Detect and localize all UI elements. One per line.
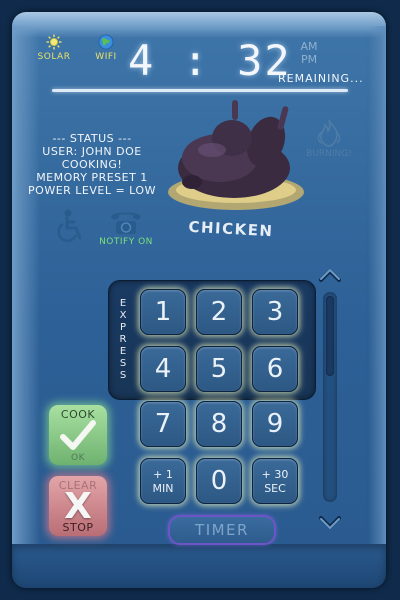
bezel-bottom: [12, 544, 386, 588]
timer-button[interactable]: TIMER: [168, 515, 276, 545]
am-label: AM: [300, 40, 318, 53]
roast-chicken-icon: [168, 100, 304, 210]
wifi-indicator: WIFI: [84, 34, 128, 62]
am-pm-indicator: AM PM: [298, 40, 320, 66]
scroll-thumb[interactable]: [326, 296, 334, 376]
plus-30-sec-line2: SEC: [264, 482, 286, 495]
plus-30-sec-button[interactable]: + 30 SEC: [252, 458, 298, 504]
plus-1-min-button[interactable]: + 1 MIN: [140, 458, 186, 504]
plus-1-min-line2: MIN: [152, 482, 174, 495]
pm-label: PM: [300, 53, 318, 66]
wifi-label: WIFI: [95, 52, 117, 62]
burning-label: BURNING!: [306, 149, 352, 159]
bezel-left: [12, 26, 40, 566]
notify-indicator: NOTIFY ON: [94, 208, 158, 247]
ok-label: OK: [71, 453, 85, 463]
express-letter: E: [119, 346, 127, 357]
status-panel: --- STATUS --- USER: JOHN DOE COOKING! M…: [22, 132, 162, 197]
cook-ok-button[interactable]: COOK OK: [49, 405, 107, 465]
express-letter: E: [119, 298, 127, 309]
solar-label: SOLAR: [37, 52, 71, 62]
globe-icon: [98, 34, 114, 50]
status-user: USER: JOHN DOE: [42, 145, 142, 158]
key-6[interactable]: 6: [252, 346, 298, 392]
key-5[interactable]: 5: [196, 346, 242, 392]
status-power: POWER LEVEL = LOW: [28, 184, 156, 197]
key-0[interactable]: 0: [196, 458, 242, 504]
burning-indicator: BURNING!: [300, 118, 358, 159]
status-preset: MEMORY PRESET 1: [36, 171, 148, 184]
scroll-up-chevron-icon[interactable]: [316, 264, 344, 286]
bezel-right: [368, 26, 386, 566]
key-9[interactable]: 9: [252, 401, 298, 447]
key-3[interactable]: 3: [252, 289, 298, 335]
clear-stop-button[interactable]: CLEAR X STOP: [49, 476, 107, 536]
express-letter: X: [119, 310, 127, 321]
express-letter: R: [119, 334, 127, 345]
express-letter: S: [119, 358, 127, 369]
notify-label: NOTIFY ON: [99, 237, 153, 247]
solar-indicator: SOLAR: [32, 34, 76, 62]
express-letter: P: [119, 322, 127, 333]
display-divider: [52, 89, 348, 92]
telephone-icon: [111, 212, 141, 234]
key-1[interactable]: 1: [140, 289, 186, 335]
scroll-down-chevron-icon[interactable]: [316, 512, 344, 534]
flame-icon: [317, 119, 341, 147]
plus-30-sec-line1: + 30: [261, 468, 289, 481]
key-2[interactable]: 2: [196, 289, 242, 335]
status-header: --- STATUS ---: [52, 132, 132, 145]
stop-label: STOP: [62, 521, 94, 534]
key-7[interactable]: 7: [140, 401, 186, 447]
status-state: COOKING!: [61, 158, 123, 171]
wheelchair-icon: [57, 209, 82, 242]
express-label: E X P R E S S: [117, 298, 129, 382]
checkmark-icon: [60, 420, 96, 450]
express-letter: S: [119, 370, 127, 381]
key-4[interactable]: 4: [140, 346, 186, 392]
plus-1-min-line1: + 1: [153, 468, 173, 481]
key-8[interactable]: 8: [196, 401, 242, 447]
time-remaining-display: 4 : 32: [128, 36, 292, 85]
sun-icon: [46, 34, 62, 50]
remaining-label: REMAINING...: [278, 72, 364, 85]
